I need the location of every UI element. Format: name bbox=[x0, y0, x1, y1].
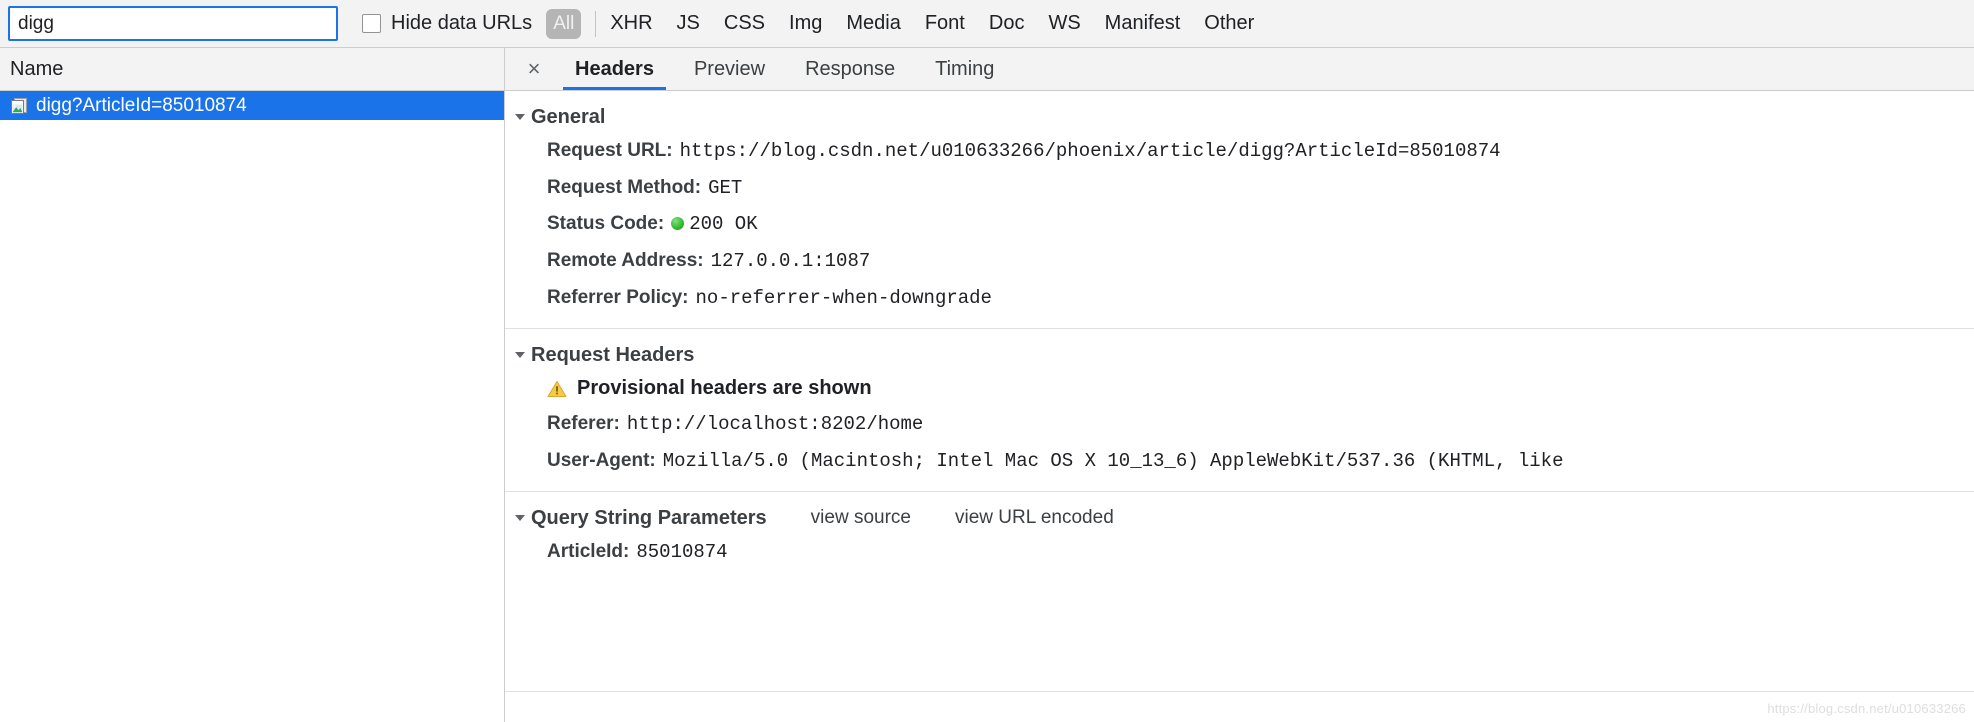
section-query-string-header[interactable]: Query String Parameters view source view… bbox=[505, 502, 1974, 534]
section-request-headers: Request Headers Provisional headers are … bbox=[505, 329, 1974, 492]
query-param-value-articleid: 85010874 bbox=[636, 540, 727, 566]
request-header-key-referer: Referer: bbox=[547, 411, 620, 437]
headers-content: General Request URL: https://blog.csdn.n… bbox=[505, 91, 1974, 583]
general-row-request-method: Request Method: GET bbox=[505, 170, 1974, 207]
status-ok-icon bbox=[671, 217, 684, 230]
section-query-string-title: Query String Parameters bbox=[531, 507, 767, 530]
tab-timing[interactable]: Timing bbox=[919, 48, 1010, 90]
request-header-row-user-agent: User-Agent: Mozilla/5.0 (Macintosh; Inte… bbox=[505, 443, 1974, 480]
close-icon[interactable]: × bbox=[517, 48, 551, 90]
request-list-column-header[interactable]: Name bbox=[0, 48, 504, 91]
image-document-icon bbox=[10, 97, 28, 115]
request-list-row[interactable]: digg?ArticleId=85010874 bbox=[0, 91, 504, 120]
request-detail-pane: × Headers Preview Response Timing Genera… bbox=[505, 48, 1974, 722]
general-value-request-method: GET bbox=[708, 176, 742, 202]
network-filter-toolbar: Hide data URLs All XHR JS CSS Img Media … bbox=[0, 0, 1974, 48]
tab-response[interactable]: Response bbox=[789, 48, 911, 90]
tab-preview[interactable]: Preview bbox=[678, 48, 781, 90]
general-value-referrer-policy: no-referrer-when-downgrade bbox=[696, 286, 992, 312]
panel-split: Name digg?ArticleId=85010874 × Headers P… bbox=[0, 48, 1974, 722]
filter-pill-ws[interactable]: WS bbox=[1048, 12, 1080, 35]
chevron-down-icon[interactable] bbox=[515, 515, 525, 521]
provisional-headers-notice: Provisional headers are shown bbox=[505, 371, 1974, 406]
footer-divider bbox=[505, 691, 1974, 692]
filter-pill-css[interactable]: CSS bbox=[724, 12, 765, 35]
filter-pill-img[interactable]: Img bbox=[789, 12, 822, 35]
request-header-value-user-agent: Mozilla/5.0 (Macintosh; Intel Mac OS X 1… bbox=[663, 449, 1564, 475]
filter-pill-doc[interactable]: Doc bbox=[989, 12, 1025, 35]
general-value-request-url[interactable]: https://blog.csdn.net/u010633266/phoenix… bbox=[680, 139, 1501, 165]
request-header-key-user-agent: User-Agent: bbox=[547, 448, 656, 474]
section-query-string-parameters: Query String Parameters view source view… bbox=[505, 492, 1974, 583]
section-general-header[interactable]: General bbox=[505, 101, 1974, 133]
general-key-request-url: Request URL: bbox=[547, 138, 673, 164]
section-request-headers-header[interactable]: Request Headers bbox=[505, 339, 1974, 371]
filter-pill-other[interactable]: Other bbox=[1204, 12, 1254, 35]
general-row-request-url: Request URL: https://blog.csdn.net/u0106… bbox=[505, 133, 1974, 170]
filter-pill-media[interactable]: Media bbox=[846, 12, 900, 35]
section-request-headers-title: Request Headers bbox=[531, 344, 694, 367]
hide-data-urls-control[interactable]: Hide data URLs bbox=[362, 12, 532, 35]
view-url-encoded-link[interactable]: view URL encoded bbox=[955, 507, 1114, 529]
general-row-referrer-policy: Referrer Policy: no-referrer-when-downgr… bbox=[505, 280, 1974, 317]
provisional-headers-text: Provisional headers are shown bbox=[577, 377, 872, 400]
general-row-status-code: Status Code: 200 OK bbox=[505, 206, 1974, 243]
view-source-link[interactable]: view source bbox=[811, 507, 911, 529]
section-general: General Request URL: https://blog.csdn.n… bbox=[505, 91, 1974, 329]
filter-divider bbox=[595, 11, 596, 37]
section-general-title: General bbox=[531, 106, 605, 129]
general-key-remote-address: Remote Address: bbox=[547, 248, 704, 274]
chevron-down-icon[interactable] bbox=[515, 352, 525, 358]
hide-data-urls-label: Hide data URLs bbox=[391, 12, 532, 35]
filter-search-input[interactable] bbox=[8, 6, 338, 41]
filter-pill-font[interactable]: Font bbox=[925, 12, 965, 35]
tab-headers[interactable]: Headers bbox=[559, 48, 670, 90]
filter-search-wrapper bbox=[8, 6, 338, 41]
request-header-value-referer[interactable]: http://localhost:8202/home bbox=[627, 412, 923, 438]
request-list-row-name: digg?ArticleId=85010874 bbox=[36, 95, 247, 117]
hide-data-urls-checkbox[interactable] bbox=[362, 14, 381, 33]
query-param-key-articleid: ArticleId: bbox=[547, 539, 629, 565]
general-key-referrer-policy: Referrer Policy: bbox=[547, 285, 689, 311]
request-header-row-referer: Referer: http://localhost:8202/home bbox=[505, 406, 1974, 443]
chevron-down-icon[interactable] bbox=[515, 114, 525, 120]
general-value-remote-address: 127.0.0.1:1087 bbox=[711, 249, 871, 275]
general-row-remote-address: Remote Address: 127.0.0.1:1087 bbox=[505, 243, 1974, 280]
filter-pill-manifest[interactable]: Manifest bbox=[1105, 12, 1181, 35]
warning-icon bbox=[547, 380, 567, 398]
column-header-name-label: Name bbox=[10, 58, 63, 81]
filter-pill-all[interactable]: All bbox=[546, 9, 581, 39]
general-value-status-code: 200 OK bbox=[689, 212, 757, 238]
general-key-request-method: Request Method: bbox=[547, 175, 701, 201]
filter-pill-js[interactable]: JS bbox=[677, 12, 700, 35]
devtools-network-panel: Hide data URLs All XHR JS CSS Img Media … bbox=[0, 0, 1974, 722]
detail-tabbar: × Headers Preview Response Timing bbox=[505, 48, 1974, 91]
request-list-pane: Name digg?ArticleId=85010874 bbox=[0, 48, 505, 722]
query-param-row-articleid: ArticleId: 85010874 bbox=[505, 534, 1974, 571]
watermark-text: https://blog.csdn.net/u010633266 bbox=[1767, 701, 1966, 716]
general-key-status-code: Status Code: bbox=[547, 211, 664, 237]
filter-pill-xhr[interactable]: XHR bbox=[610, 12, 652, 35]
